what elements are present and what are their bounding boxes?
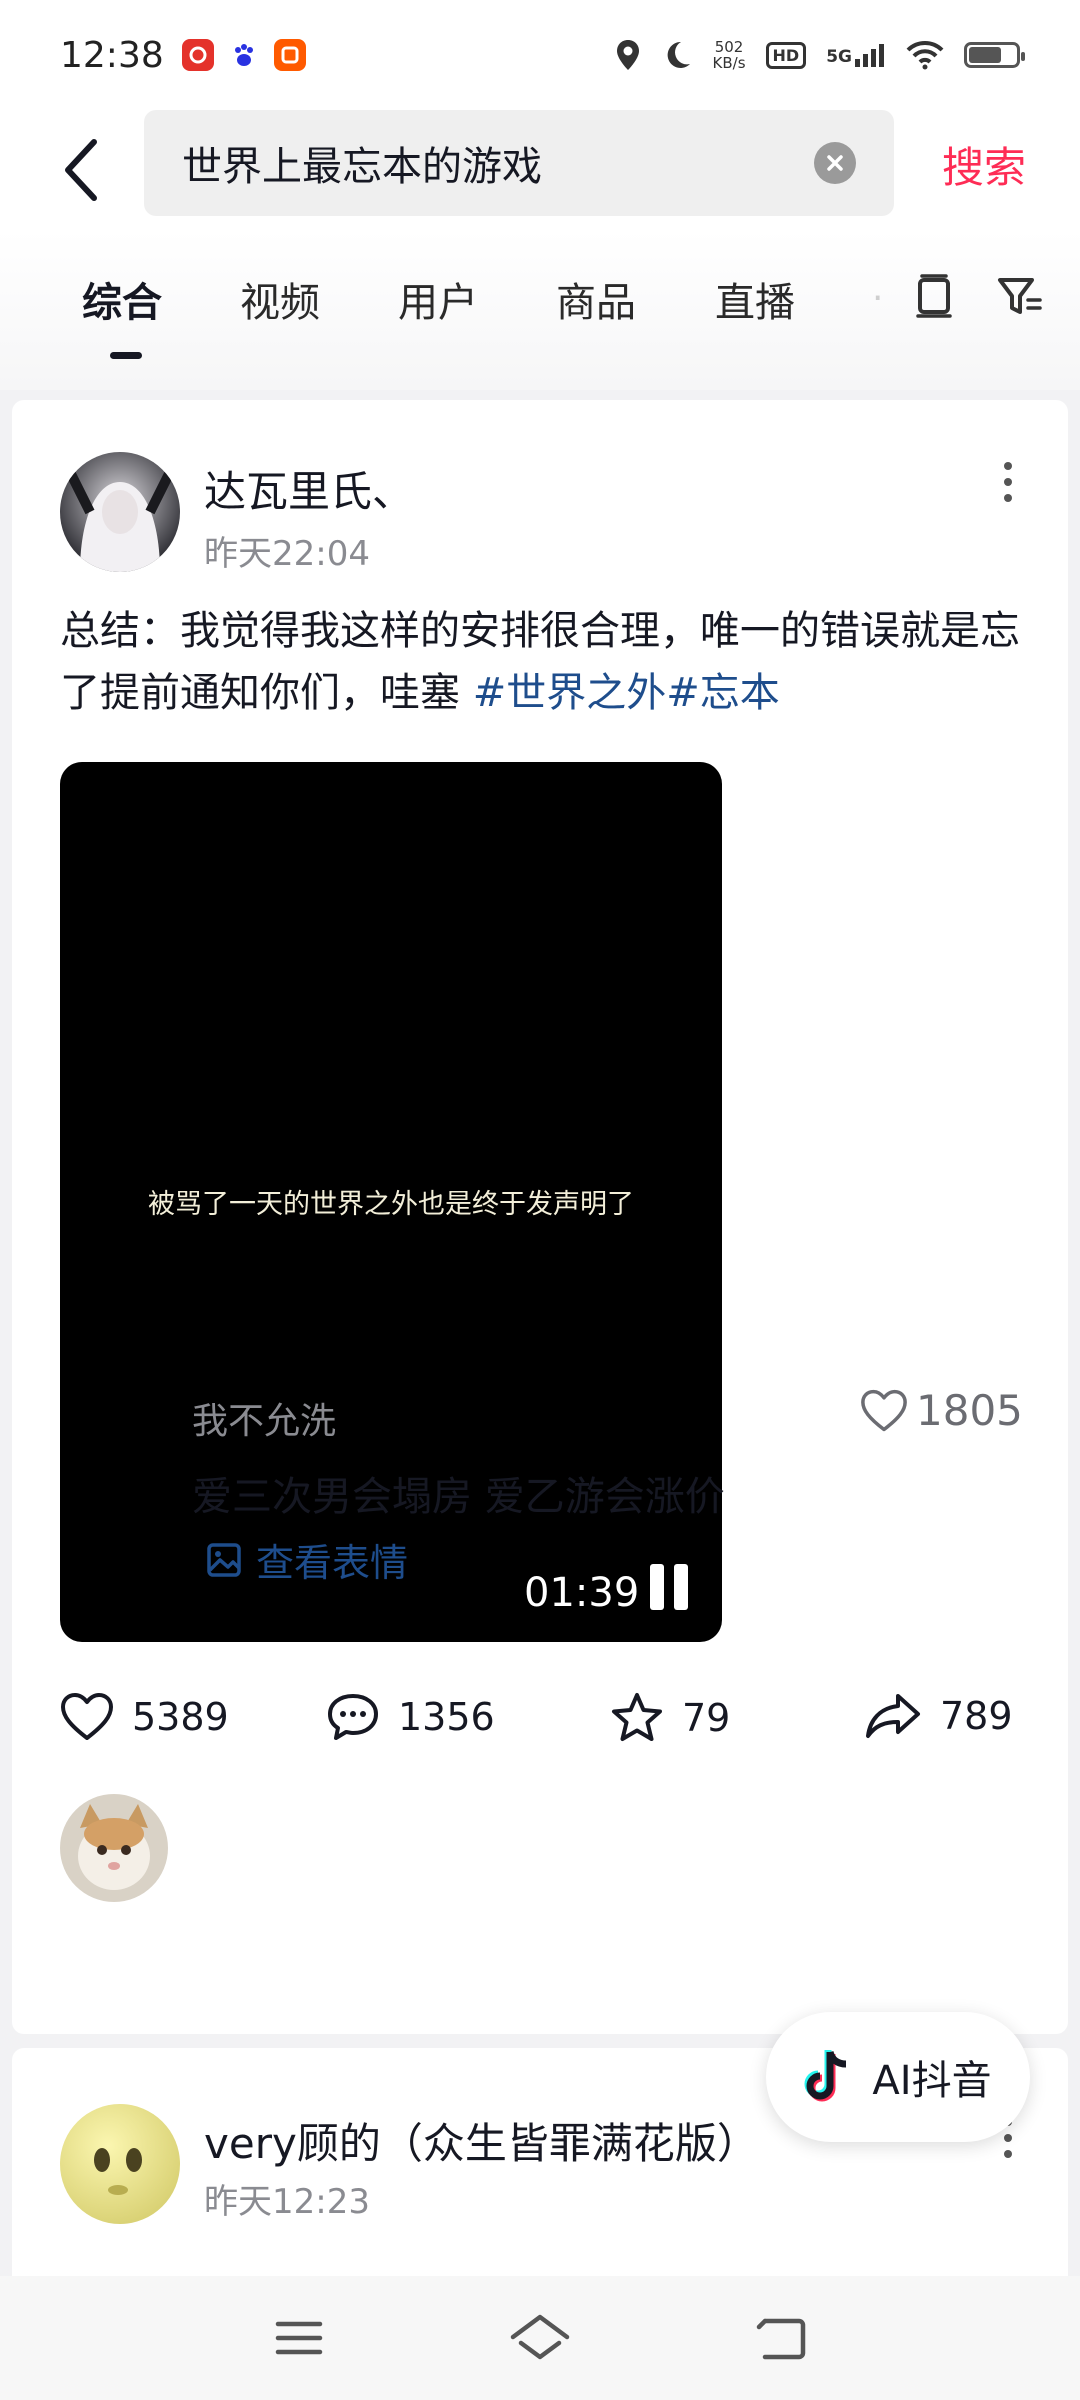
- post-card[interactable]: 达瓦里氏、 昨天22:04 总结：我觉得我这样的安排很合理，唯一的错误就是忘了提…: [12, 400, 1068, 2034]
- favorite-count: 79: [682, 1696, 731, 1740]
- author-avatar[interactable]: [60, 452, 180, 572]
- post-text: 总结：我觉得我这样的安排很合理，唯一的错误就是忘了提前通知你们，哇塞 #世界之外…: [60, 600, 1030, 724]
- signal-5g-icon: 5G: [826, 43, 886, 67]
- baidu-icon: [227, 39, 260, 71]
- search-result-tabs: 综合 视频 用户 商品 直播 ·: [0, 230, 1080, 390]
- status-time: 12:38: [60, 34, 164, 76]
- like-button[interactable]: 5389: [60, 1692, 229, 1742]
- home-icon: [510, 2314, 570, 2360]
- status-bar: 12:38 502 KB/s HD 5G: [0, 0, 1080, 110]
- author-avatar[interactable]: [60, 2104, 180, 2224]
- search-submit-button[interactable]: 搜索: [942, 134, 1026, 195]
- menu-nav-button[interactable]: [264, 2306, 334, 2370]
- star-icon: [612, 1693, 662, 1741]
- home-nav-button[interactable]: [505, 2306, 575, 2370]
- heart-icon: [61, 1693, 113, 1740]
- more-options-button[interactable]: [988, 452, 1028, 512]
- return-icon: [756, 2318, 806, 2360]
- share-arrow-icon: [866, 1694, 920, 1738]
- video-caption: 被骂了一天的世界之外也是终于发声明了: [148, 1189, 634, 1220]
- wifi-icon: [906, 40, 944, 70]
- tab-videos[interactable]: 视频: [240, 270, 320, 328]
- post-time: 昨天12:23: [204, 2182, 370, 2222]
- taobao-icon: [273, 39, 306, 71]
- commenter-avatar[interactable]: [60, 1794, 168, 1902]
- douyin-logo-icon: [804, 2050, 847, 2102]
- comment-count: 1356: [398, 1695, 495, 1739]
- comment-like-button[interactable]: 1805: [860, 1386, 1023, 1435]
- back-nav-button[interactable]: [746, 2306, 816, 2370]
- search-header: 世界上最忘本的游戏 搜索: [0, 110, 1080, 230]
- search-input[interactable]: 世界上最忘本的游戏: [144, 110, 894, 216]
- post-time: 昨天22:04: [204, 534, 370, 574]
- image-icon: [207, 1542, 241, 1577]
- clear-search-button[interactable]: [814, 142, 856, 184]
- hd-badge: HD: [765, 41, 807, 69]
- ai-douyin-label: AI抖音: [872, 2058, 992, 2104]
- layout-toggle-icon[interactable]: [908, 270, 960, 322]
- tab-live[interactable]: 直播: [715, 270, 795, 328]
- pause-icon[interactable]: [650, 1564, 690, 1610]
- heart-icon: [861, 1389, 907, 1431]
- system-nav-bar: [0, 2276, 1080, 2400]
- battery-icon: [964, 42, 1025, 68]
- net-speed: 502 KB/s: [712, 38, 746, 72]
- author-name[interactable]: very顾的（众生皆罪满花版）: [204, 2110, 759, 2171]
- tab-comprehensive[interactable]: 综合: [82, 270, 162, 328]
- like-count: 5389: [132, 1695, 229, 1739]
- filter-icon[interactable]: [994, 270, 1046, 322]
- view-emoji-label[interactable]: 查看表情: [256, 1532, 408, 1587]
- search-query[interactable]: 世界上最忘本的游戏: [182, 134, 542, 192]
- ai-douyin-button[interactable]: AI抖音: [766, 2012, 1030, 2142]
- active-tab-indicator: [110, 352, 142, 359]
- comment-text: 爱三次男会塌房 爱乙游会涨价: [192, 1474, 725, 1520]
- video-duration: 01:39: [524, 1570, 640, 1616]
- comment-icon: [328, 1694, 378, 1740]
- favorite-button[interactable]: 79: [610, 1692, 730, 1744]
- comment-like-count: 1805: [916, 1386, 1023, 1435]
- do-not-disturb-moon-icon: [661, 39, 693, 71]
- netease-music-icon: [181, 39, 214, 71]
- back-button[interactable]: [50, 130, 110, 210]
- tab-products[interactable]: 商品: [556, 270, 636, 328]
- post-hashtags[interactable]: #世界之外#忘本: [473, 670, 780, 716]
- commenter-name[interactable]: 我不允洗: [192, 1392, 336, 1444]
- tab-overflow-hint: ·: [872, 278, 884, 319]
- back-arrow-icon: [65, 139, 97, 201]
- location-icon: [615, 38, 641, 72]
- view-emoji-link[interactable]: 查看表情: [206, 1532, 408, 1587]
- share-button[interactable]: 789: [864, 1692, 1013, 1740]
- share-count: 789: [940, 1694, 1013, 1738]
- author-name[interactable]: 达瓦里氏、: [204, 458, 414, 519]
- menu-icon: [275, 2321, 323, 2355]
- tab-users[interactable]: 用户: [398, 270, 478, 328]
- comment-button[interactable]: 1356: [326, 1692, 495, 1742]
- close-icon: [827, 155, 843, 171]
